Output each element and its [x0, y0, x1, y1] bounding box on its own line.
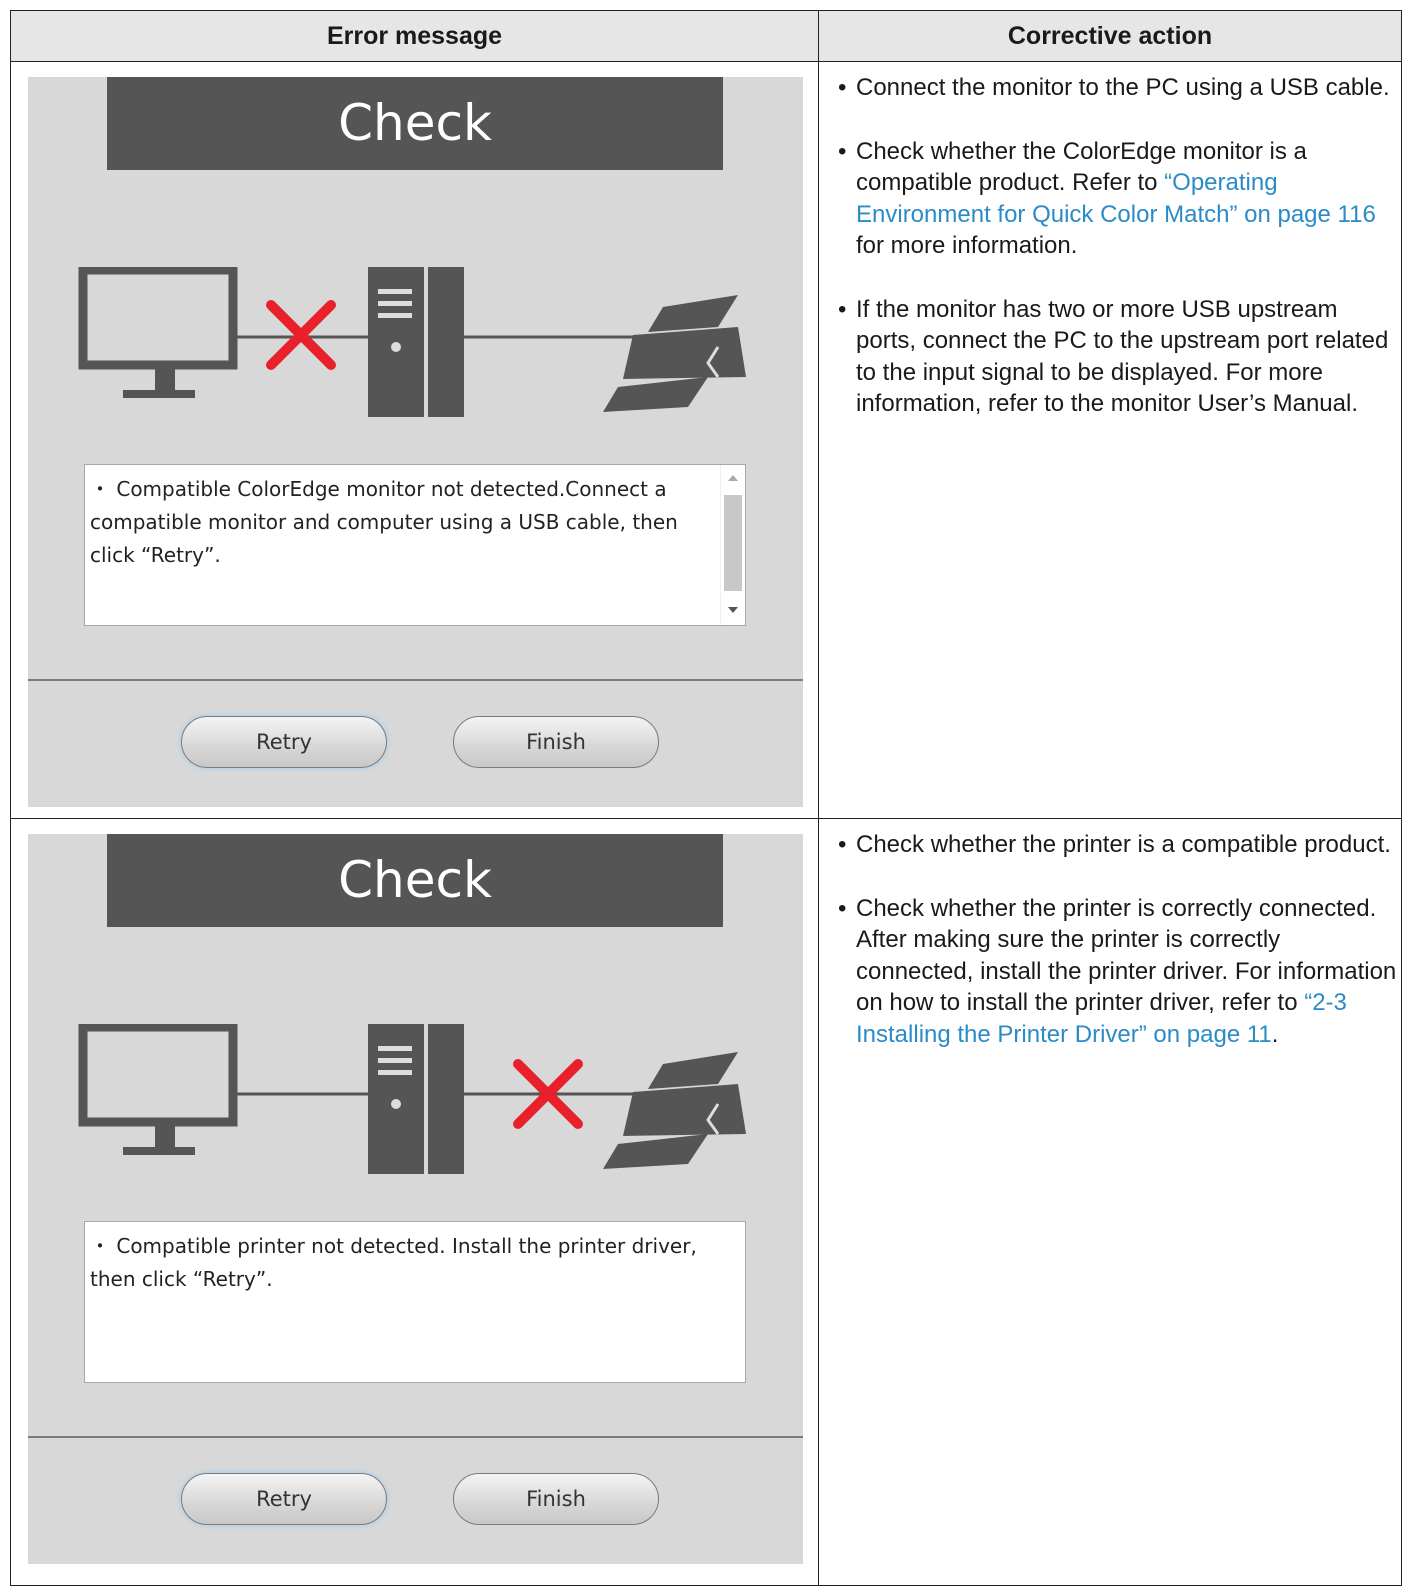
action-item: • Check whether the printer is a compatib…	[838, 829, 1398, 861]
row-divider	[10, 818, 1402, 819]
error-message-text: ・ Compatible printer not detected. Insta…	[90, 1234, 697, 1291]
monitor-icon	[78, 267, 238, 398]
action-item: • Check whether the printer is correctly …	[838, 893, 1398, 1051]
bullet: •	[838, 137, 847, 165]
bullet: •	[838, 894, 847, 922]
dialog-title-bar: Check	[107, 77, 723, 170]
finish-button[interactable]: Finish	[453, 716, 659, 768]
action-text: Connect the monitor to the PC using a US…	[856, 74, 1390, 101]
scroll-thumb[interactable]	[724, 495, 742, 591]
corrective-actions-monitor: • Connect the monitor to the PC using a U…	[838, 72, 1398, 452]
computer-tower-icon	[368, 267, 464, 417]
bullet: •	[838, 831, 847, 858]
header-divider	[10, 61, 1402, 62]
action-text-tail: .	[1271, 1020, 1279, 1048]
error-message-text: ・ Compatible ColorEdge monitor not detec…	[90, 477, 678, 567]
action-item: • Check whether the ColorEdge monitor is …	[838, 136, 1398, 262]
retry-button[interactable]: Retry	[181, 716, 387, 768]
action-text: If the monitor has two or more USB upstr…	[856, 295, 1389, 418]
connection-diagram	[78, 1024, 746, 1174]
connection-diagram	[78, 267, 746, 417]
action-text: Check whether the printer is a compatibl…	[856, 831, 1391, 858]
printer-icon	[603, 1052, 746, 1169]
dialog-title: Check	[338, 94, 492, 152]
error-dialog-monitor: Check ・ Compatible ColorEdge monitor not…	[28, 77, 803, 807]
dialog-divider	[28, 1436, 803, 1438]
computer-tower-icon	[368, 1024, 464, 1174]
scroll-down-icon[interactable]	[728, 607, 738, 613]
header-error-message: Error message	[326, 22, 503, 50]
dialog-title-bar: Check	[107, 834, 723, 927]
header-corrective-action: Corrective action	[1007, 22, 1213, 50]
dialog-divider	[28, 679, 803, 681]
column-divider	[818, 10, 819, 1586]
error-dialog-printer: Check ・ Compatible printer not detected.…	[28, 834, 803, 1564]
printer-icon	[603, 295, 746, 412]
bullet: •	[838, 295, 847, 323]
message-scrollbar[interactable]	[720, 465, 745, 625]
corrective-actions-printer: • Check whether the printer is a compatib…	[838, 829, 1398, 1082]
action-item: • If the monitor has two or more USB upst…	[838, 294, 1398, 420]
bullet: •	[838, 74, 847, 101]
monitor-icon	[78, 1024, 238, 1155]
header-error-message-cell: Error message	[11, 11, 818, 61]
dialog-title: Check	[338, 851, 492, 909]
message-box: ・ Compatible ColorEdge monitor not detec…	[84, 464, 746, 626]
header-corrective-action-cell: Corrective action	[819, 11, 1401, 61]
action-item: • Connect the monitor to the PC using a U…	[838, 72, 1398, 104]
scroll-up-icon[interactable]	[728, 475, 738, 481]
retry-button[interactable]: Retry	[181, 1473, 387, 1525]
message-box: ・ Compatible printer not detected. Insta…	[84, 1221, 746, 1383]
action-text-tail: for more information.	[856, 232, 1078, 259]
error-x-icon	[266, 300, 336, 370]
finish-button[interactable]: Finish	[453, 1473, 659, 1525]
